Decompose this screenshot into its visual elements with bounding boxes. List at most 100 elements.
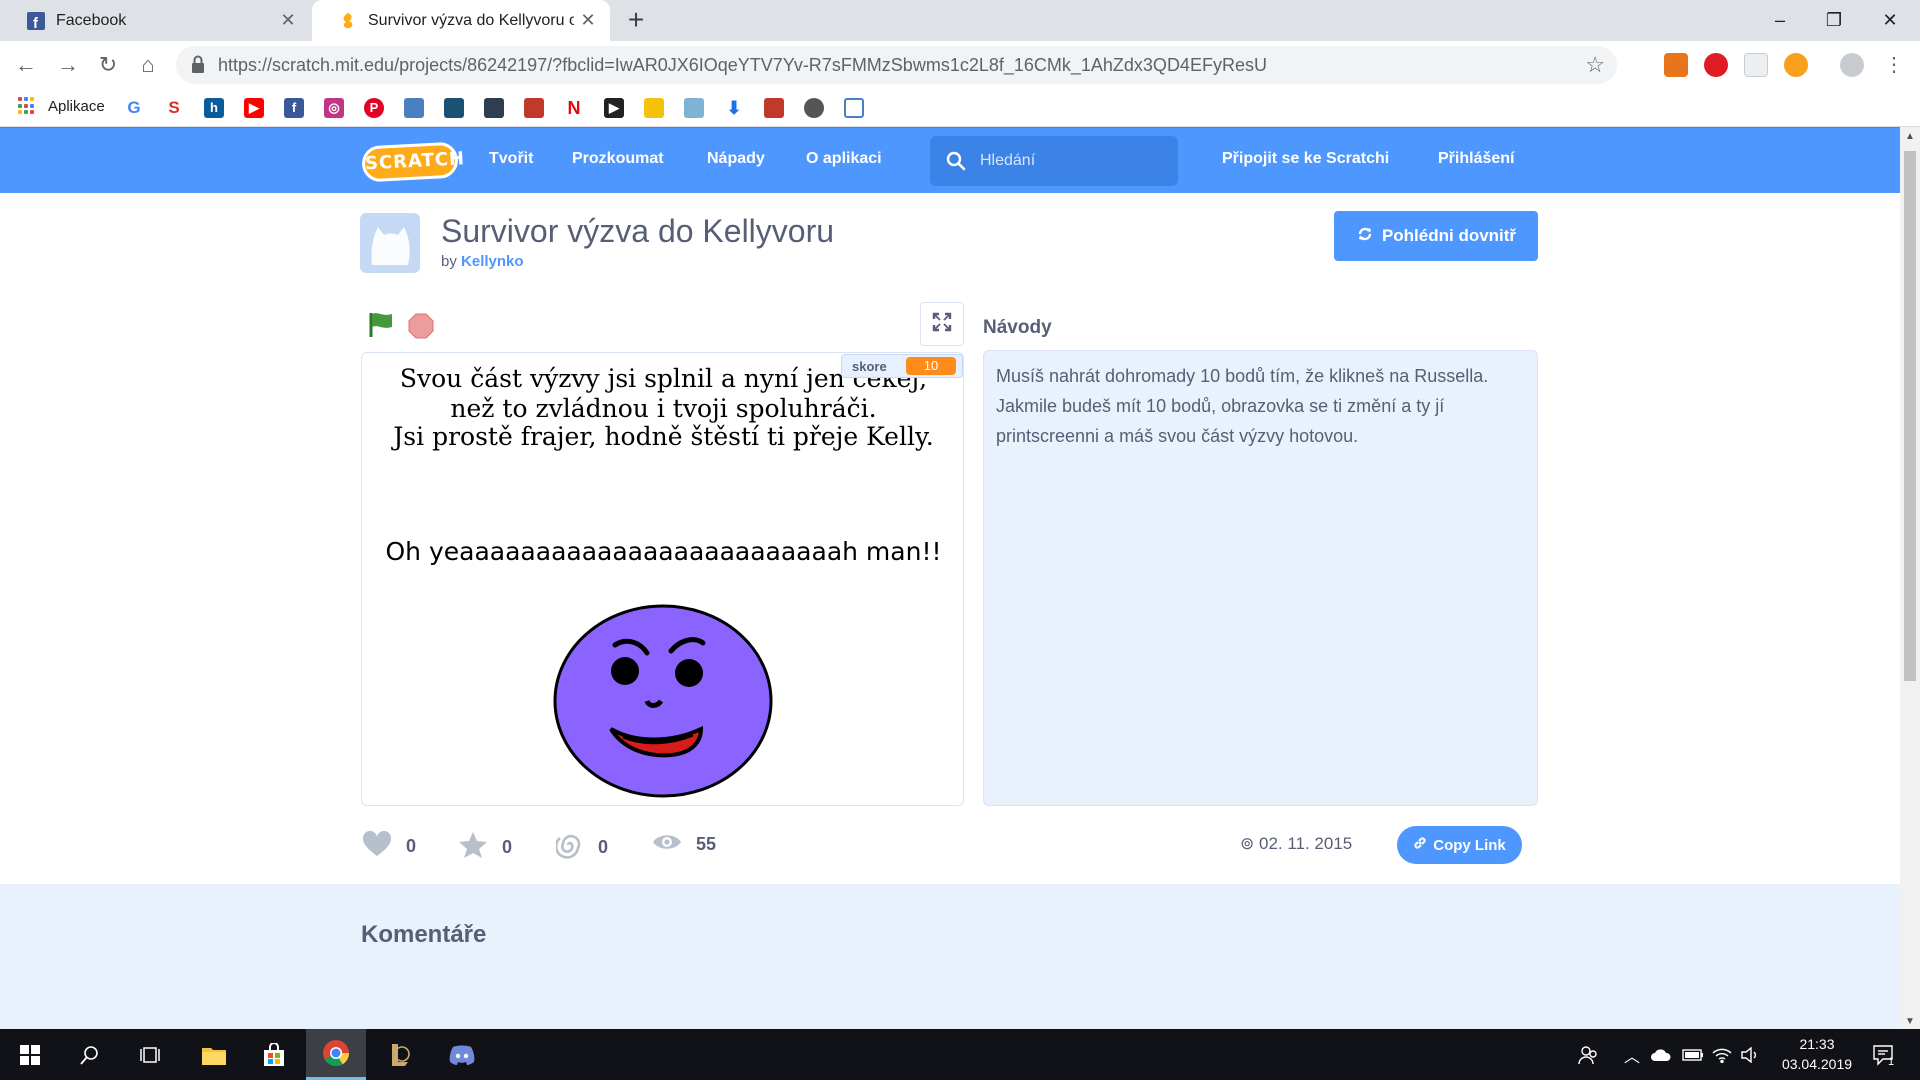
minimize-button[interactable]: – bbox=[1752, 0, 1808, 41]
bookmark-icon[interactable] bbox=[644, 98, 664, 118]
stop-icon[interactable] bbox=[408, 313, 434, 339]
monitor-value: 10 bbox=[906, 357, 956, 375]
reload-button[interactable]: ↻ bbox=[92, 49, 124, 81]
project-title: Survivor výzva do Kellyvoru bbox=[441, 213, 835, 249]
scrollbar-thumb[interactable] bbox=[1904, 151, 1916, 681]
project-stage[interactable]: Svou část výzvy jsi splnil a nyní jen če… bbox=[361, 352, 964, 806]
remix-count: 0 bbox=[598, 837, 609, 857]
eye-icon bbox=[652, 831, 682, 858]
bookmark-icon[interactable] bbox=[404, 98, 424, 118]
bookmark-pinterest-icon[interactable]: P bbox=[364, 98, 384, 118]
tab-close-icon[interactable]: ✕ bbox=[274, 10, 302, 31]
bookmark-apps[interactable]: Aplikace bbox=[18, 97, 105, 115]
file-explorer-icon[interactable] bbox=[184, 1029, 244, 1080]
scroll-up-arrow[interactable]: ▲ bbox=[1900, 131, 1920, 142]
forward-button[interactable]: → bbox=[52, 49, 84, 81]
mail-extension-icon[interactable] bbox=[1664, 53, 1688, 77]
bookmark-play-icon[interactable]: ▶ bbox=[604, 98, 624, 118]
bookmark-icon[interactable] bbox=[684, 98, 704, 118]
bookmark-film-icon[interactable] bbox=[484, 98, 504, 118]
discord-icon[interactable] bbox=[432, 1029, 492, 1080]
scratch-icon bbox=[338, 11, 358, 31]
profile-avatar[interactable] bbox=[1840, 53, 1864, 77]
wifi-icon[interactable] bbox=[1712, 1029, 1732, 1080]
favorite-stat[interactable]: 0 bbox=[458, 831, 512, 864]
home-button[interactable]: ⌂ bbox=[132, 49, 164, 81]
bookmark-icon[interactable] bbox=[444, 98, 464, 118]
bookmark-window-icon[interactable] bbox=[844, 98, 864, 118]
volume-icon[interactable] bbox=[1740, 1029, 1760, 1080]
bookmark-s-icon[interactable]: S bbox=[164, 98, 184, 118]
search-input[interactable]: Hledání bbox=[930, 136, 1178, 186]
new-tab-button[interactable]: + bbox=[620, 4, 652, 36]
nav-create[interactable]: Tvořit bbox=[489, 150, 533, 168]
bookmark-icon[interactable] bbox=[524, 98, 544, 118]
variable-monitor: skore 10 bbox=[841, 354, 963, 378]
store-icon[interactable] bbox=[244, 1029, 304, 1080]
bookmark-download-icon[interactable]: ⬇ bbox=[724, 98, 744, 118]
battery-icon[interactable] bbox=[1682, 1029, 1704, 1080]
shared-date: ⊚ 02. 11. 2015 bbox=[1240, 834, 1352, 854]
tab-scratch-project[interactable]: Survivor výzva do Kellyvoru on Sc ✕ bbox=[312, 0, 610, 41]
instructions-paragraph: Jakmile budeš mít 10 bodů, obrazovka se … bbox=[996, 396, 1445, 446]
close-window-button[interactable]: ✕ bbox=[1862, 0, 1918, 41]
stage-text-line: Jsi prostě frajer, hodně štěstí ti přeje… bbox=[393, 422, 934, 451]
people-icon[interactable] bbox=[1578, 1029, 1598, 1080]
see-inside-button[interactable]: Pohlédni dovnitř bbox=[1334, 211, 1538, 261]
project-byline: by Kellynko bbox=[441, 253, 524, 270]
league-of-legends-icon[interactable] bbox=[370, 1029, 430, 1080]
bookmark-h-icon[interactable]: h bbox=[204, 98, 224, 118]
bookmark-icon[interactable] bbox=[804, 98, 824, 118]
instructions-paragraph: Musíš nahrát dohromady 10 bodů tím, že k… bbox=[996, 366, 1489, 386]
bookmark-youtube-icon[interactable]: ▶ bbox=[244, 98, 264, 118]
restore-button[interactable]: ❐ bbox=[1806, 0, 1862, 41]
love-count: 0 bbox=[406, 836, 417, 856]
bookmark-facebook-icon[interactable]: f bbox=[284, 98, 304, 118]
bookmark-icon[interactable] bbox=[764, 98, 784, 118]
chrome-icon[interactable] bbox=[306, 1029, 366, 1080]
author-avatar[interactable] bbox=[360, 213, 420, 273]
chevron-up-icon[interactable]: ︿ bbox=[1624, 1029, 1640, 1080]
extension-icon[interactable] bbox=[1744, 53, 1768, 77]
bookmark-google-icon[interactable]: G bbox=[124, 98, 144, 118]
copy-link-button[interactable]: Copy Link bbox=[1397, 826, 1522, 864]
fullscreen-icon bbox=[932, 312, 952, 337]
see-inside-label: Pohlédni dovnitř bbox=[1381, 226, 1517, 245]
key-extension-icon[interactable] bbox=[1784, 53, 1808, 77]
address-bar[interactable]: https://scratch.mit.edu/projects/8624219… bbox=[176, 46, 1617, 84]
russell-sprite[interactable] bbox=[553, 603, 773, 804]
fullscreen-button[interactable] bbox=[920, 302, 964, 346]
menu-icon[interactable]: ⋮ bbox=[1878, 49, 1910, 81]
join-scratch-link[interactable]: Připojit se ke Scratchi bbox=[1222, 150, 1389, 168]
bookmark-instagram-icon[interactable]: ◎ bbox=[324, 98, 344, 118]
task-view-icon[interactable] bbox=[120, 1029, 180, 1080]
author-link[interactable]: Kellynko bbox=[461, 253, 524, 270]
tab-close-icon[interactable]: ✕ bbox=[574, 10, 602, 31]
stage-text-line: Oh yeaaaaaaaaaaaaaaaaaaaaaaaaah man!! bbox=[385, 537, 942, 566]
onedrive-icon[interactable] bbox=[1650, 1029, 1672, 1080]
shared-date-value: 02. 11. 2015 bbox=[1258, 834, 1353, 853]
sign-in-link[interactable]: Přihlášení bbox=[1438, 150, 1514, 168]
page-scrollbar[interactable]: ▲ ▼ bbox=[1900, 127, 1920, 1029]
scroll-down-arrow[interactable]: ▼ bbox=[1900, 1016, 1920, 1027]
bookmark-netflix-icon[interactable]: N bbox=[564, 98, 584, 118]
tab-facebook[interactable]: f Facebook ✕ bbox=[0, 0, 310, 41]
browser-toolbar: ← → ↻ ⌂ https://scratch.mit.edu/projects… bbox=[0, 41, 1920, 89]
notifications-icon[interactable]: 1 bbox=[1872, 1029, 1894, 1080]
notifications-count: 1 bbox=[1888, 1055, 1895, 1068]
back-button[interactable]: ← bbox=[10, 49, 42, 81]
search-icon[interactable] bbox=[60, 1029, 120, 1080]
favorite-count: 0 bbox=[502, 837, 513, 857]
views-count: 55 bbox=[696, 834, 717, 854]
scratch-logo[interactable]: SCRATCH bbox=[361, 141, 466, 183]
nav-about[interactable]: O aplikaci bbox=[806, 150, 882, 168]
tab-title: Facebook bbox=[56, 11, 127, 29]
green-flag-icon[interactable] bbox=[366, 309, 396, 344]
bookmark-star-icon[interactable]: ☆ bbox=[1585, 52, 1605, 78]
love-stat[interactable]: 0 bbox=[362, 830, 417, 862]
nav-ideas[interactable]: Nápady bbox=[707, 150, 765, 168]
opera-extension-icon[interactable] bbox=[1704, 53, 1728, 77]
taskbar-clock[interactable]: 21:33 03.04.2019 bbox=[1772, 1034, 1862, 1074]
start-button[interactable] bbox=[0, 1029, 60, 1080]
nav-explore[interactable]: Prozkoumat bbox=[572, 150, 664, 168]
